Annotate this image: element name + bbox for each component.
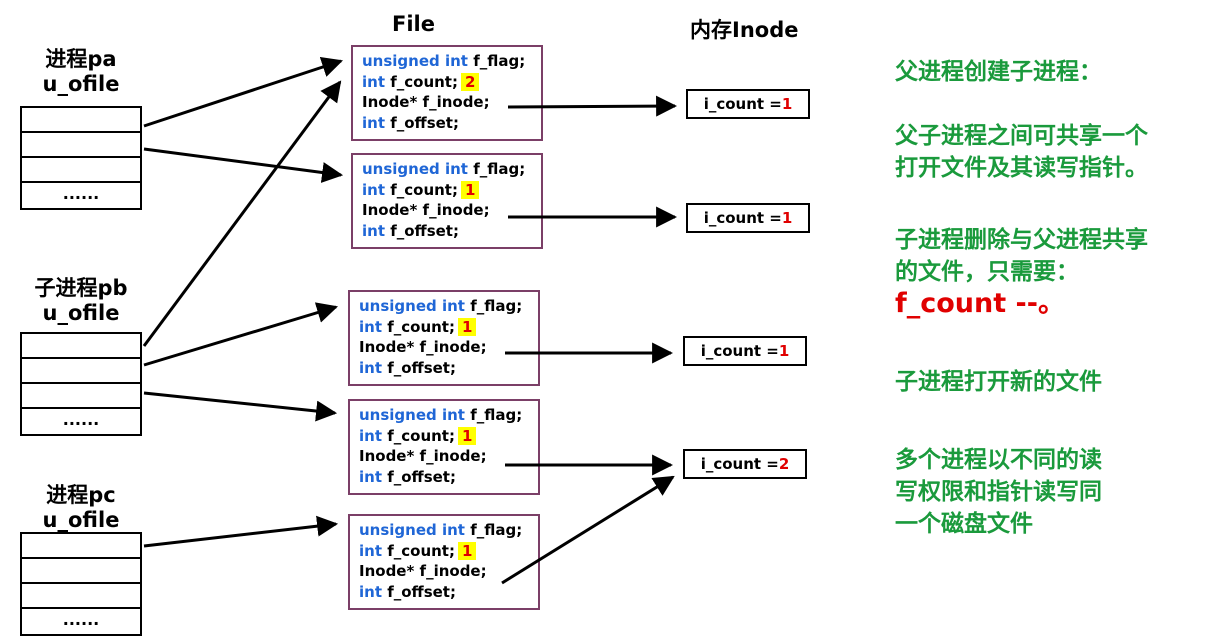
arrow-pb-to-file4 bbox=[143, 391, 338, 422]
notes-panel: 父进程创建子进程： bbox=[895, 56, 1102, 88]
note-line: 一个磁盘文件 bbox=[895, 511, 1033, 537]
arrow-pa-to-file2 bbox=[143, 147, 344, 183]
note-fcount-decrement: f_count --。 bbox=[895, 288, 1065, 319]
arrow-file1-to-inode1 bbox=[507, 95, 678, 117]
note-delete-block: 子进程删除与父进程共享 的文件，只需要： f_count --。 bbox=[895, 224, 1148, 320]
note-share-block: 父子进程之间可共享一个 打开文件及其读写指针。 bbox=[895, 120, 1148, 184]
arrow-pb-to-file3 bbox=[143, 302, 339, 367]
note-line: 父子进程之间可共享一个 bbox=[895, 123, 1148, 149]
note-line: 子进程打开新的文件 bbox=[895, 369, 1102, 395]
note-line: 多个进程以不同的读 bbox=[895, 447, 1102, 473]
arrow-pc-to-file5 bbox=[143, 515, 339, 548]
note-line: 打开文件及其读写指针。 bbox=[895, 155, 1148, 181]
note-multi-process-block: 多个进程以不同的读 写权限和指针读写同 一个磁盘文件 bbox=[895, 444, 1102, 540]
note-line: 的文件，只需要： bbox=[895, 259, 1079, 285]
arrow-pa-to-file1 bbox=[143, 56, 343, 128]
note-open-new-block: 子进程打开新的文件 bbox=[895, 366, 1102, 398]
note-line: 子进程删除与父进程共享 bbox=[895, 227, 1148, 253]
arrow-file5-to-inode4 bbox=[501, 475, 675, 585]
arrow-pb-to-file1 bbox=[142, 80, 342, 347]
note-line: 写权限和指针读写同 bbox=[895, 479, 1102, 505]
note-create-child: 父进程创建子进程： bbox=[895, 59, 1102, 85]
